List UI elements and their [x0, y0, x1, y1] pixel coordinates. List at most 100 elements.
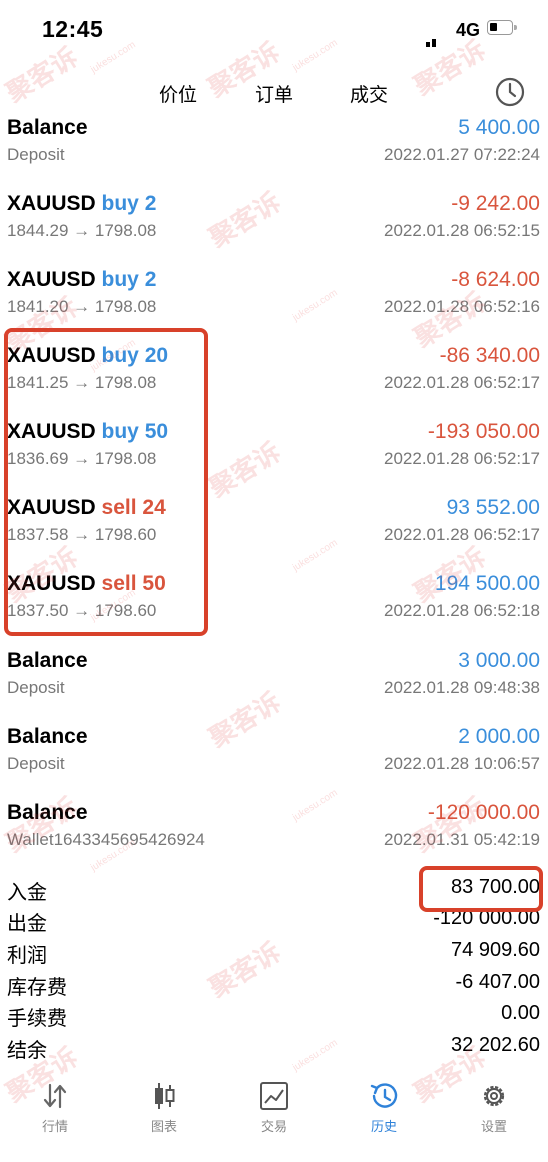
row-time: 2022.01.31 05:42:19 — [384, 830, 540, 849]
nav-history-label: 历史 — [370, 1119, 397, 1134]
summary-label: 手续费 — [7, 1008, 67, 1030]
status-time: 12:45 — [42, 16, 104, 42]
symbol: XAUUSD — [7, 572, 96, 595]
tab-deals[interactable]: 成交 — [350, 80, 388, 107]
summary-value: -120 000.00 — [433, 907, 540, 929]
summary-label: 出金 — [7, 913, 47, 935]
amount: -120 000.00 — [427, 801, 540, 824]
row-time: 2022.01.28 06:52:15 — [384, 221, 540, 240]
amount: 3 000.00 — [458, 649, 540, 672]
summary-value: 32 202.60 — [451, 1034, 540, 1056]
row-time: 2022.01.28 10:06:57 — [384, 754, 540, 773]
candlestick-icon — [155, 1083, 175, 1109]
summary-row: 出金 -120 000.00 — [0, 907, 548, 937]
amount: -9 242.00 — [451, 192, 540, 215]
row-subtitle: 1844.29 → 1798.08 — [7, 221, 157, 240]
summary-value: 74 909.60 — [451, 939, 540, 961]
status-bar: 12:45 4G — [0, 0, 548, 60]
tab-positions[interactable]: 价位 — [159, 80, 197, 107]
row-subtitle: 1841.25 → 1798.08 — [7, 373, 157, 392]
nav-quotes[interactable]: 行情 — [0, 1075, 110, 1162]
nav-chart[interactable]: 图表 — [109, 1075, 219, 1162]
symbol: XAUUSD — [7, 496, 96, 519]
symbol: XAUUSD — [7, 192, 96, 215]
period-clock-icon[interactable] — [494, 76, 526, 108]
trade-chart-icon — [260, 1082, 288, 1110]
battery-icon — [487, 20, 517, 35]
nav-quotes-label: 行情 — [41, 1119, 68, 1134]
symbol: Balance — [7, 649, 88, 672]
row-time: 2022.01.28 06:52:18 — [384, 601, 540, 620]
summary-row: 入金 83 700.00 — [0, 876, 548, 906]
symbol: Balance — [7, 116, 88, 139]
summary-row: 利润 74 909.60 — [0, 939, 548, 969]
signal-icon — [426, 29, 438, 47]
bottom-nav: 行情 图表 交易 历史 设置 — [0, 1075, 548, 1162]
nav-trade[interactable]: 交易 — [219, 1075, 329, 1162]
symbol: XAUUSD — [7, 420, 96, 443]
amount: -8 624.00 — [451, 268, 540, 291]
list-item[interactable]: Balance -120 000.00 Wallet16433456954269… — [0, 801, 548, 877]
row-subtitle: Wallet1643345695426924 — [7, 830, 205, 849]
nav-chart-label: 图表 — [150, 1119, 177, 1134]
amount: 5 400.00 — [458, 116, 540, 139]
summary-label: 结余 — [7, 1040, 47, 1062]
gear-icon — [483, 1085, 505, 1107]
trade-side: sell 50 — [101, 572, 166, 595]
symbol: Balance — [7, 725, 88, 748]
row-subtitle: 1836.69 → 1798.08 — [7, 449, 157, 468]
list-item[interactable]: Balance 2 000.00 Deposit 2022.01.28 10:0… — [0, 725, 548, 801]
quotes-arrows-icon — [43, 1083, 67, 1109]
nav-settings[interactable]: 设置 — [439, 1075, 548, 1162]
trade-side: buy 50 — [101, 420, 169, 443]
tab-orders[interactable]: 订单 — [255, 80, 293, 107]
summary-value: -6 407.00 — [455, 971, 540, 993]
trade-side: buy 2 — [101, 192, 157, 215]
row-subtitle: 1841.20 → 1798.08 — [7, 297, 157, 316]
summary-row: 库存费 -6 407.00 — [0, 971, 548, 1001]
trade-side: buy 2 — [101, 268, 157, 291]
list-item[interactable]: Balance 3 000.00 Deposit 2022.01.28 09:4… — [0, 649, 548, 725]
row-time: 2022.01.28 06:52:16 — [384, 297, 540, 316]
list-item[interactable]: Balance 5 400.00 Deposit 2022.01.27 07:2… — [0, 116, 548, 192]
amount: 194 500.00 — [434, 572, 540, 595]
row-time: 2022.01.28 06:52:17 — [384, 373, 540, 392]
history-tabs: 价位 订单 成交 — [0, 68, 548, 118]
list-item[interactable]: XAUUSD buy 50 -193 050.00 1836.69 → 1798… — [0, 420, 548, 496]
amount: 93 552.00 — [446, 496, 540, 519]
row-time: 2022.01.27 07:22:24 — [384, 145, 540, 164]
amount: 2 000.00 — [458, 725, 540, 748]
summary-label: 入金 — [7, 882, 47, 904]
row-time: 2022.01.28 06:52:17 — [384, 525, 540, 544]
network-type: 4G — [456, 20, 481, 40]
summary-row: 结余 32 202.60 — [0, 1034, 548, 1064]
list-item[interactable]: XAUUSD sell 24 93 552.00 1837.58 → 1798.… — [0, 496, 548, 572]
row-subtitle: Deposit — [7, 678, 65, 697]
row-time: 2022.01.28 06:52:17 — [384, 449, 540, 468]
summary-row: 手续费 0.00 — [0, 1002, 548, 1032]
history-clock-icon — [370, 1083, 398, 1108]
trade-side: sell 24 — [101, 496, 166, 519]
list-item[interactable]: XAUUSD sell 50 194 500.00 1837.50 → 1798… — [0, 572, 548, 648]
row-subtitle: Deposit — [7, 754, 65, 773]
trade-side: buy 20 — [101, 344, 169, 367]
symbol: XAUUSD — [7, 344, 96, 367]
list-item[interactable]: XAUUSD buy 2 -8 624.00 1841.20 → 1798.08… — [0, 268, 548, 344]
amount: -86 340.00 — [439, 344, 540, 367]
summary-label: 库存费 — [7, 977, 67, 999]
list-item[interactable]: XAUUSD buy 2 -9 242.00 1844.29 → 1798.08… — [0, 192, 548, 268]
row-time: 2022.01.28 09:48:38 — [384, 678, 540, 697]
row-subtitle: Deposit — [7, 145, 65, 164]
symbol: Balance — [7, 801, 88, 824]
nav-history[interactable]: 历史 — [329, 1075, 439, 1162]
nav-settings-label: 设置 — [480, 1119, 507, 1134]
symbol: XAUUSD — [7, 268, 96, 291]
summary-label: 利润 — [7, 945, 47, 967]
amount: -193 050.00 — [427, 420, 540, 443]
row-subtitle: 1837.50 → 1798.60 — [7, 601, 157, 620]
nav-trade-label: 交易 — [260, 1119, 287, 1134]
summary-value: 0.00 — [501, 1002, 540, 1024]
list-item[interactable]: XAUUSD buy 20 -86 340.00 1841.25 → 1798.… — [0, 344, 548, 420]
row-subtitle: 1837.58 → 1798.60 — [7, 525, 157, 544]
summary-value: 83 700.00 — [451, 876, 540, 898]
